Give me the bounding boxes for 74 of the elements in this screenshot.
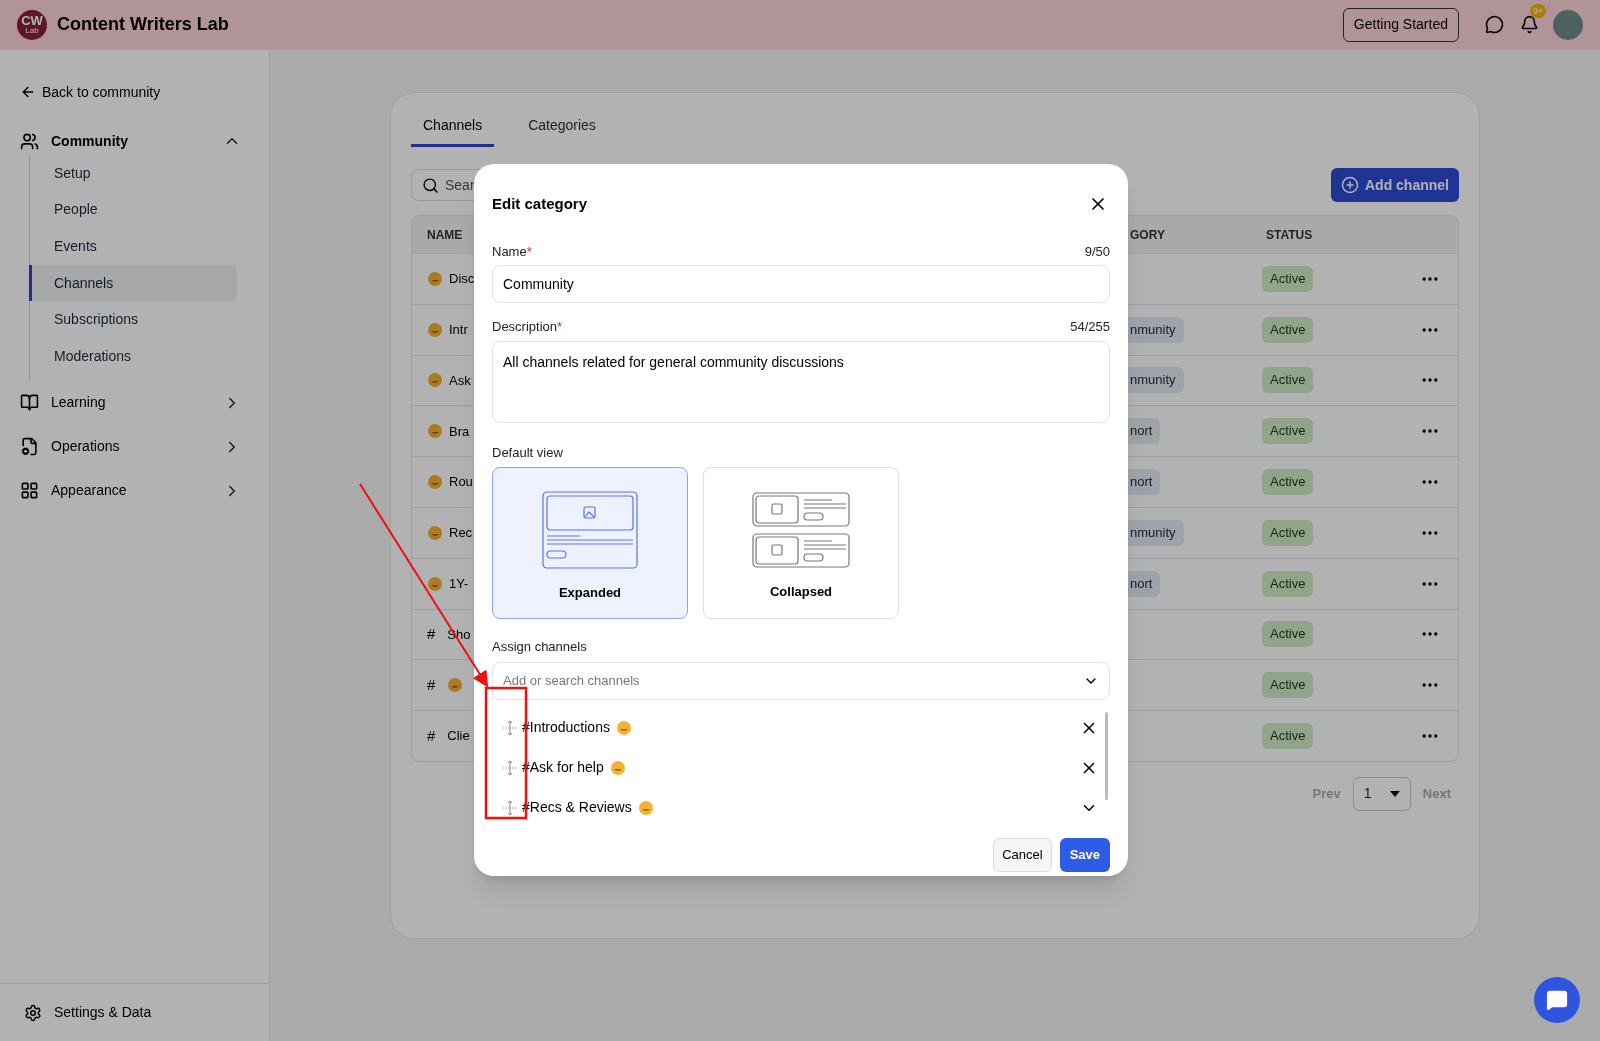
settings-link[interactable]: Settings & Data xyxy=(24,1002,152,1023)
chat-icon[interactable] xyxy=(1485,15,1504,34)
logo: CW Lab xyxy=(17,9,47,40)
status-tag: Active xyxy=(1262,672,1314,699)
chat-bubble-icon xyxy=(1546,989,1568,1011)
tab[interactable]: Categories xyxy=(516,115,608,147)
view-option[interactable]: Collapsed xyxy=(703,467,899,619)
column-header: GORY xyxy=(1129,226,1166,244)
nav-group[interactable]: Appearance xyxy=(20,468,249,513)
notification-badge: 9+ xyxy=(1530,4,1547,18)
emoji-icon xyxy=(615,719,632,736)
tab[interactable]: Channels xyxy=(411,115,495,147)
drag-handle-icon[interactable] xyxy=(502,798,518,817)
channel-name: Intr xyxy=(449,320,468,339)
status-tag: Active xyxy=(1262,469,1314,496)
name-field[interactable]: Community xyxy=(492,265,1110,303)
channel-search-field[interactable]: Add or search channels xyxy=(492,661,1110,700)
nav-group-icon xyxy=(20,437,39,457)
search-icon xyxy=(422,176,439,194)
status-tag: Active xyxy=(1262,621,1314,648)
nav-item[interactable]: Events xyxy=(29,228,237,265)
field-label: Name* xyxy=(492,242,532,261)
bell-icon[interactable] xyxy=(1520,15,1539,34)
nav-group[interactable]: Operations xyxy=(20,424,249,469)
save-button[interactable]: Save xyxy=(1059,837,1110,872)
channel-name: Clie xyxy=(447,727,470,746)
drag-handle-icon[interactable] xyxy=(502,758,518,777)
column-header: STATUS xyxy=(1265,226,1314,244)
hash-mark: # xyxy=(427,624,436,645)
nav-group-icon xyxy=(20,481,39,501)
view-option[interactable]: Expanded xyxy=(492,467,688,619)
status-tag: Active xyxy=(1262,367,1314,394)
character-count: 54/255 xyxy=(1070,318,1110,336)
status-tag: Active xyxy=(1262,316,1314,343)
caret-icon xyxy=(1389,790,1400,797)
status-tag: Active xyxy=(1262,570,1314,597)
channel-name: Disc xyxy=(449,270,475,289)
nav-item[interactable]: Moderations xyxy=(29,337,237,375)
hash-mark: # xyxy=(427,725,436,746)
page-select[interactable]: 1 xyxy=(1352,776,1411,811)
field-label: Description* xyxy=(492,318,563,336)
status-tag: Active xyxy=(1262,265,1314,292)
channel-name: 1Y- xyxy=(449,574,469,593)
chat-launcher-button[interactable] xyxy=(1534,977,1580,1023)
channel-name: Bra xyxy=(449,422,470,441)
channel-name: Rou xyxy=(449,473,473,492)
emoji-icon xyxy=(637,799,654,816)
app-title: Content Writers Lab xyxy=(57,13,229,36)
nav-group-icon xyxy=(20,393,39,413)
plus-circle-icon xyxy=(1341,176,1359,194)
status-tag: Active xyxy=(1262,418,1314,445)
getting-started-button[interactable]: Getting Started xyxy=(1342,7,1459,42)
add-channel-button[interactable]: Add channel xyxy=(1331,168,1459,202)
channel-name: Rec xyxy=(449,524,473,543)
column-header: NAME xyxy=(427,227,463,242)
description-field[interactable]: All channels related for general community discussions xyxy=(492,340,1110,423)
hash-mark: # xyxy=(427,675,436,695)
field-label: Default view xyxy=(492,443,564,462)
status-tag: Active xyxy=(1262,723,1314,750)
drag-handle-icon[interactable] xyxy=(502,718,518,737)
field-label: Assign channels xyxy=(492,638,588,656)
character-count: 9/50 xyxy=(1084,242,1110,261)
back-link[interactable]: Back to community xyxy=(20,82,249,102)
nav-group-icon xyxy=(20,131,39,151)
status-tag: Active xyxy=(1262,519,1314,546)
channel-name: Ask xyxy=(449,371,471,390)
nav-item[interactable]: People xyxy=(29,191,237,229)
nav-item[interactable]: Channels xyxy=(29,264,237,302)
dialog-title: Edit category xyxy=(492,194,588,214)
settings-icon xyxy=(24,1003,42,1022)
nav-group[interactable]: Learning xyxy=(20,380,249,425)
cancel-button[interactable]: Cancel xyxy=(993,837,1052,872)
emoji-icon xyxy=(609,759,626,776)
nav-item[interactable]: Subscriptions xyxy=(29,301,237,338)
